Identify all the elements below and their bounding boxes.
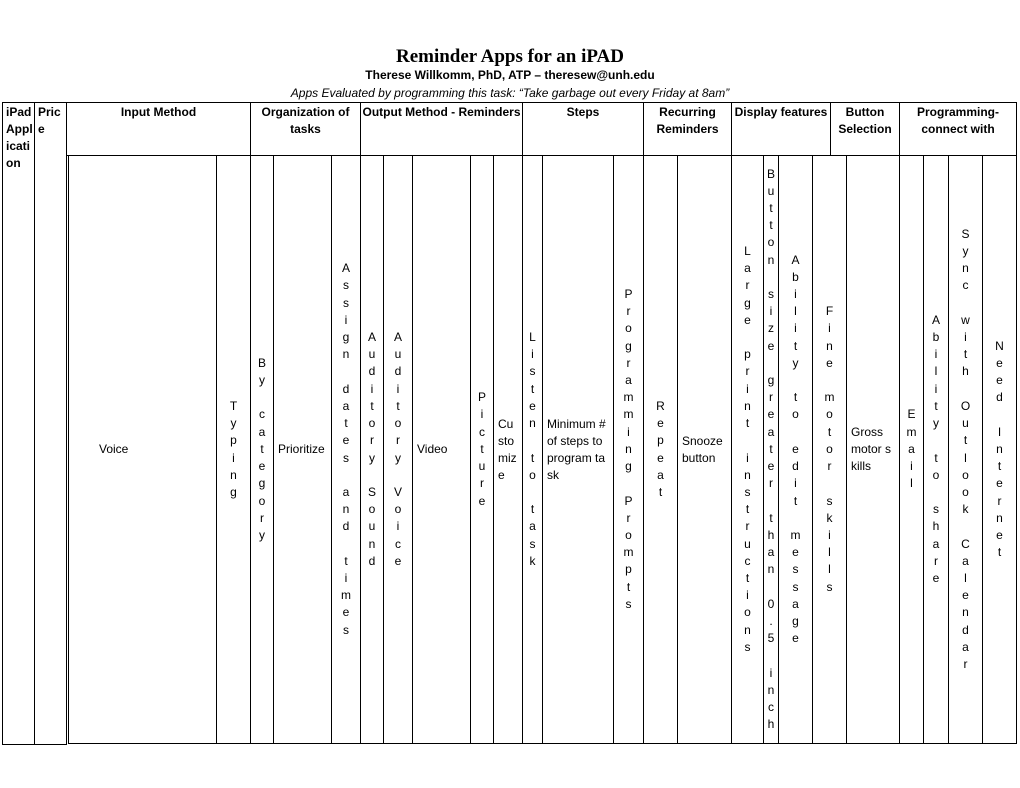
column-header-label: Output Method - Reminders <box>362 105 521 119</box>
column-header: Programming- connect with <box>899 102 1017 156</box>
subcolumn-label: Gross motor skills <box>851 425 892 473</box>
subcolumn-header: A b i l i t y t o e d i t m e s s a g e <box>778 155 813 744</box>
author-line: Therese Willkomm, PhD, ATP – theresew@un… <box>365 68 655 82</box>
subcolumn-label: Voice <box>99 442 129 456</box>
subcolumn-header: P i c t u r e <box>470 155 494 744</box>
subcolumn-label: A u d i t o r y V o i c e <box>393 330 402 568</box>
subcolumn-header: Prioritize <box>273 155 332 744</box>
column-header-label: Price <box>38 105 61 136</box>
column-header-label: Input Method <box>120 105 197 119</box>
subcolumn-header: B y c a t e g o r y <box>250 155 274 744</box>
column-header-label: Programming- connect with <box>916 105 999 136</box>
column-header: Organization of tasks <box>250 102 361 156</box>
subcolumn-label: B y c a t e g o r y <box>257 355 266 542</box>
subcolumn-label: P i c t u r e <box>477 390 486 508</box>
subcolumn-header: P r o g r a m m i n g P r o m p t s <box>613 155 644 744</box>
subcolumn-label: Prioritize <box>278 442 325 456</box>
column-header: Input Method <box>66 102 251 156</box>
subcolumn-label: A b i l i t y t o s h a r e <box>931 312 940 585</box>
column-header-label: Button Selection <box>838 105 892 136</box>
subcolumn-label: R e p e a t <box>656 398 665 499</box>
column-header: Display features <box>731 102 831 156</box>
subcolumn-header: Snooze button <box>677 155 732 744</box>
column-header: Output Method - Reminders <box>360 102 523 156</box>
subcolumn-label: T y p i n g <box>229 398 238 499</box>
subcolumn-header: N e e d I n t e r n e t <box>982 155 1017 744</box>
subcolumn-header: A u d i t o r y S o u n d <box>360 155 384 744</box>
subcolumn-header: L i s t e n t o t a s k <box>522 155 543 744</box>
column-header-label: Display features <box>734 105 828 119</box>
subcolumn-header: A u d i t o r y V o i c e <box>383 155 413 744</box>
column-header: Recurring Reminders <box>643 102 732 156</box>
subcolumn-header: F i n e m o t o r s k i l l s <box>812 155 847 744</box>
subcolumn-label: Customize <box>498 416 517 482</box>
subcolumn-label: A u d i t o r y S o u n d <box>367 330 376 568</box>
subcolumn-label: L a r g e p r i n t i n s t r u c t i o … <box>744 244 751 654</box>
task-note: Apps Evaluated by programming this task:… <box>290 86 730 100</box>
subcolumn-header: E m a i l <box>899 155 924 744</box>
subcolumn-header: Voice <box>68 155 217 744</box>
column-header-label: Steps <box>566 105 600 119</box>
column-header: Button Selection <box>830 102 900 156</box>
subcolumn-label: N e e d I n t e r n e t <box>995 338 1004 560</box>
subcolumn-label: B u t t o n s i z e g r e a t e r t h a … <box>766 166 775 732</box>
column-header: iPad Application <box>2 102 35 745</box>
subcolumn-label: E m a i l <box>906 407 917 491</box>
subcolumn-label: Video <box>417 442 448 456</box>
subcolumn-header: A b i l i t y t o s h a r e <box>923 155 949 744</box>
column-header-label: Organization of tasks <box>261 105 350 136</box>
subcolumn-header: Minimum # of steps to program task <box>542 155 614 744</box>
column-header: Steps <box>522 102 644 156</box>
column-header-label: Recurring Reminders <box>656 105 719 136</box>
subcolumn-label: A s s i g n d a t e s a n d t i m e s <box>341 261 351 637</box>
subcolumn-header: L a r g e p r i n t i n s t r u c t i o … <box>731 155 764 744</box>
subcolumn-header: T y p i n g <box>216 155 251 744</box>
column-header: Price <box>34 102 67 745</box>
subcolumn-label: Minimum # of steps to program task <box>547 416 606 482</box>
column-header-label: iPad Application <box>6 105 33 170</box>
subcolumn-header: S y n c w i t h O u t l o o k C a l e n … <box>948 155 983 744</box>
subcolumn-header: Customize <box>493 155 523 744</box>
subcolumn-header: Video <box>412 155 471 744</box>
subcolumn-label: S y n c w i t h O u t l o o k C a l e n … <box>960 226 971 671</box>
subcolumn-label: L i s t e n t o t a s k <box>529 330 536 568</box>
subcolumn-header: R e p e a t <box>643 155 678 744</box>
subcolumn-header: B u t t o n s i z e g r e a t e r t h a … <box>763 155 779 744</box>
subcolumn-label: A b i l i t y t o e d i t m e s s a g e <box>790 252 801 646</box>
subcolumn-header: Gross motor skills <box>846 155 900 744</box>
subcolumn-label: Snooze button <box>682 433 723 465</box>
document-title: Reminder Apps for an iPAD <box>395 46 625 67</box>
subcolumn-label: P r o g r a m m i n g P r o m p t s <box>623 287 634 611</box>
subcolumn-header: A s s i g n d a t e s a n d t i m e s <box>331 155 361 744</box>
subcolumn-label: F i n e m o t o r s k i l l s <box>824 304 835 594</box>
